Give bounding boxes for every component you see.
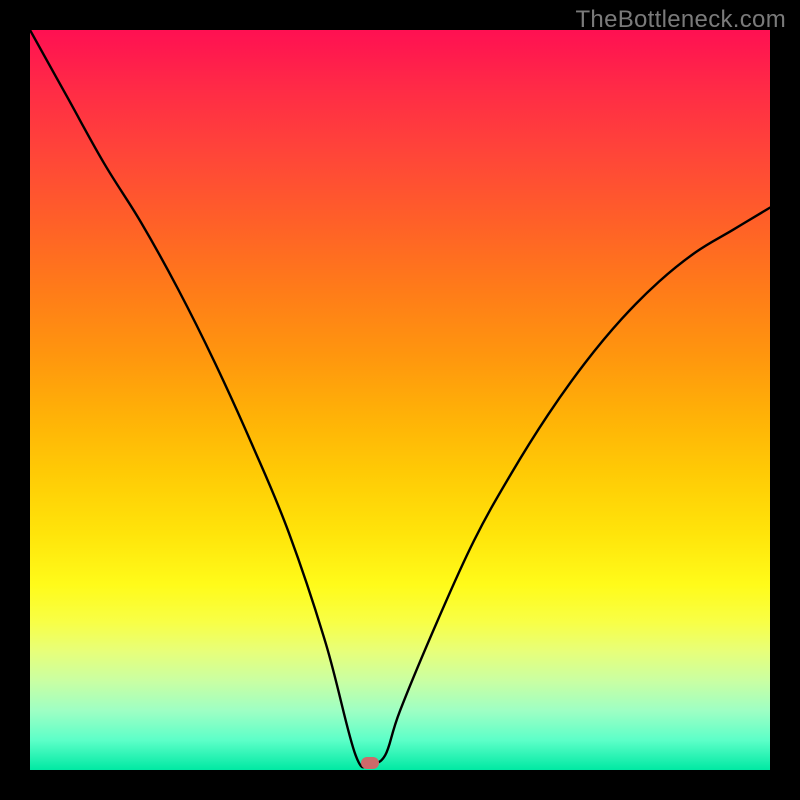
- optimal-marker: [361, 757, 379, 769]
- watermark-text: TheBottleneck.com: [575, 6, 786, 34]
- bottleneck-curve: [30, 30, 770, 770]
- plot-area: [30, 30, 770, 770]
- chart-frame: TheBottleneck.com: [0, 0, 800, 800]
